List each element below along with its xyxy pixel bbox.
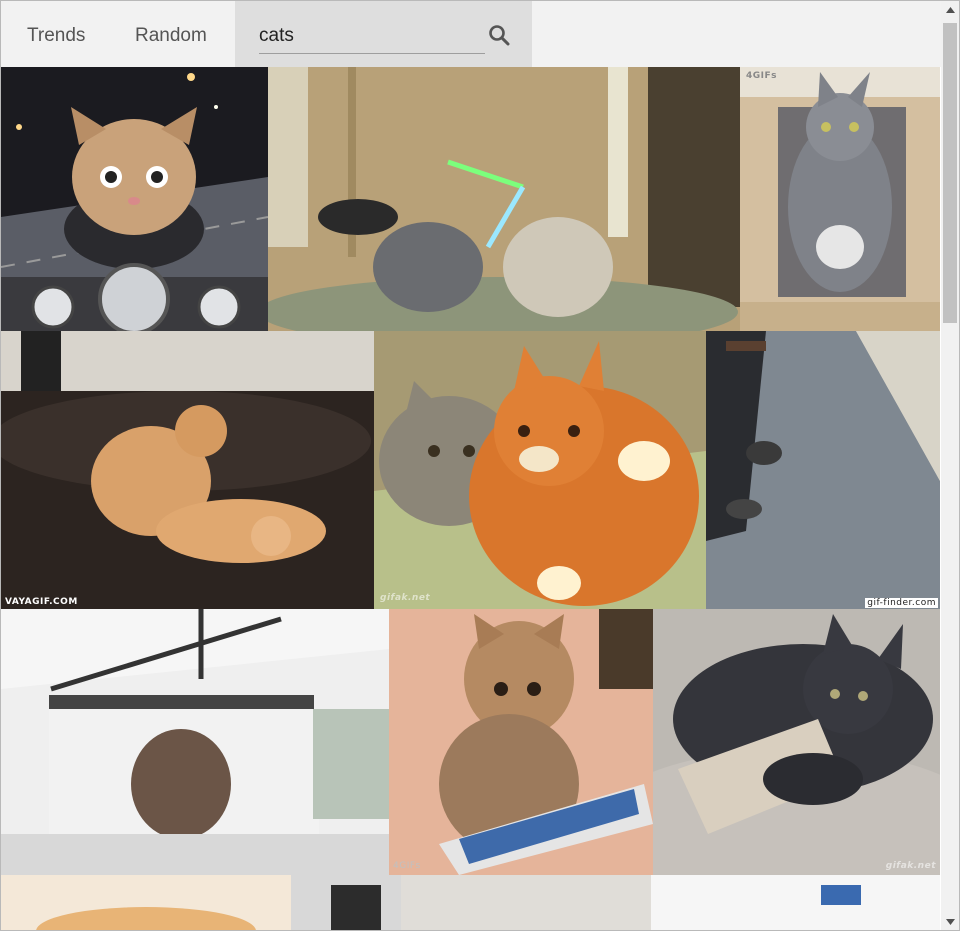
gif-image — [268, 67, 740, 331]
nav-random-tab[interactable]: Random — [135, 1, 207, 67]
gif-image — [374, 331, 706, 609]
gif-image — [1, 67, 268, 331]
gif-tile-cats-in-wooden-box[interactable]: 4GIFs — [740, 67, 940, 331]
gif-tile-cats-wrestling-on-sofa[interactable]: VAYAGIF.COM — [1, 331, 374, 609]
gif-tile-partial-row[interactable] — [1, 875, 940, 930]
gif-tile-kitten-with-phone[interactable]: 4GIFs — [389, 609, 653, 875]
watermark: 4GIFs — [393, 861, 421, 871]
gif-tile-fluffy-cat-on-wall[interactable] — [1, 609, 389, 875]
nav-trends-tab[interactable]: Trends — [27, 1, 85, 67]
watermark: gifak.net — [885, 861, 936, 871]
watermark: 4GIFs — [746, 71, 778, 81]
gif-image — [1, 875, 940, 930]
scroll-up-arrow-icon[interactable] — [941, 1, 959, 18]
scrollbar-thumb[interactable] — [943, 23, 957, 323]
gif-tile-cat-in-hallway[interactable]: gif-finder.com — [706, 331, 940, 609]
gif-tile-orange-cat-hugging-grey-cat[interactable]: gifak.net — [374, 331, 706, 609]
gif-tile-grey-kitten-with-money[interactable]: gifak.net — [653, 609, 940, 875]
search-icon[interactable] — [487, 23, 511, 47]
gif-tile-motorcycle-cat[interactable] — [1, 67, 268, 331]
gif-image — [1, 609, 389, 875]
gif-image — [389, 609, 653, 875]
watermark: VAYAGIF.COM — [5, 597, 78, 607]
app-window: Trends Random cats 4GIFs VAYAGIF.COM gif… — [0, 0, 960, 931]
scroll-down-arrow-icon[interactable] — [941, 913, 959, 930]
search-box — [235, 1, 532, 67]
gif-image — [740, 67, 940, 331]
gif-image — [706, 331, 940, 609]
top-nav: Trends Random — [1, 1, 941, 67]
watermark: gifak.net — [380, 593, 431, 603]
gif-image — [1, 331, 374, 609]
gif-tile-lightsaber-kittens[interactable] — [268, 67, 740, 331]
vertical-scrollbar[interactable] — [941, 1, 959, 930]
watermark: gif-finder.com — [865, 598, 938, 608]
search-input[interactable] — [259, 19, 485, 54]
gif-image — [653, 609, 940, 875]
